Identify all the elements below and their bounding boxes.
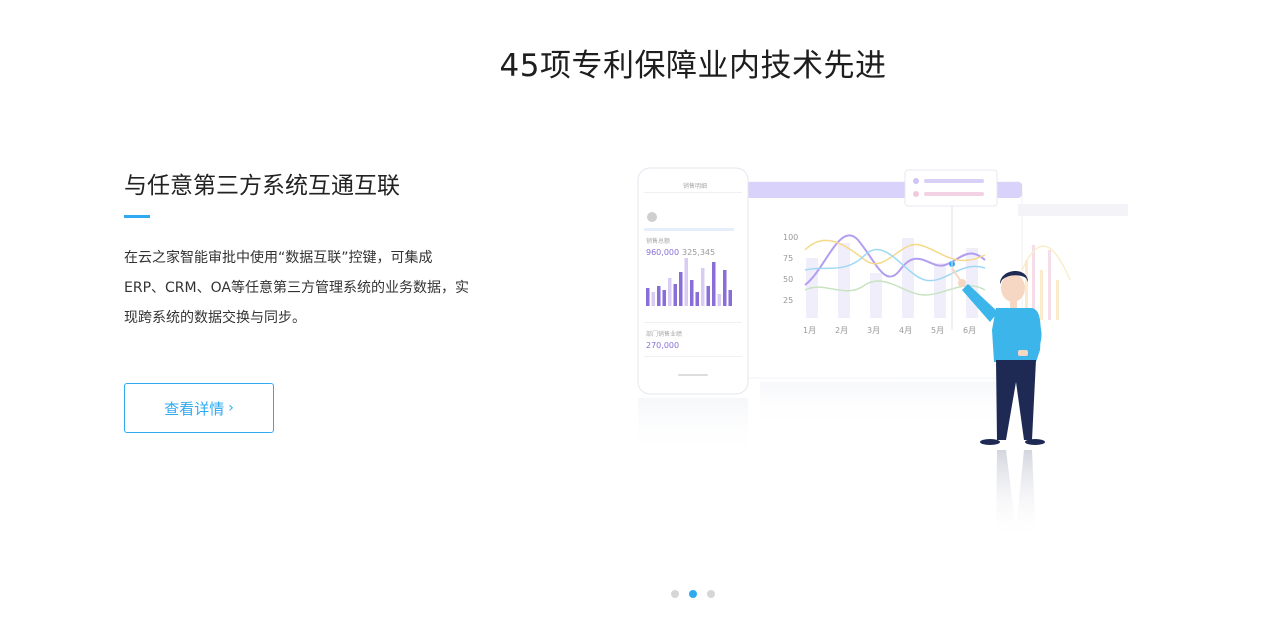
phone-metric-c: 270,000 <box>646 341 679 350</box>
phone-bar <box>717 294 721 306</box>
phone-bar <box>651 292 655 306</box>
x-tick: 5月 <box>931 326 944 335</box>
chevron-right-icon: › <box>228 400 234 416</box>
phone-bar <box>668 278 672 306</box>
phone-bar <box>706 286 710 306</box>
carousel-dot-3[interactable] <box>707 590 715 598</box>
carousel-dot-2[interactable] <box>689 590 697 598</box>
x-tick: 4月 <box>899 326 912 335</box>
dashboard-reflection <box>760 382 1010 432</box>
phone-bar <box>723 270 727 306</box>
y-tick: 50 <box>783 275 793 284</box>
view-details-label: 查看详情 <box>164 399 225 418</box>
phone-bar <box>712 262 716 306</box>
y-tick: 100 <box>783 233 798 242</box>
phone-section-label: 销售总额 <box>646 237 670 245</box>
y-tick: 75 <box>783 254 793 263</box>
carousel-dot-1[interactable] <box>671 590 679 598</box>
phone-bar <box>657 286 661 306</box>
phone-bar <box>679 272 683 306</box>
accent-divider <box>124 215 150 218</box>
x-tick: 6月 <box>963 326 976 335</box>
phone-bar <box>684 258 688 306</box>
phone-reflection <box>638 398 748 458</box>
legend-card <box>904 169 998 207</box>
dashboard-bar <box>838 243 850 318</box>
phone-metric-b: 325,345 <box>682 248 715 257</box>
view-details-button[interactable]: 查看详情 › <box>124 383 274 433</box>
phone-bar <box>701 268 705 306</box>
phone-bar <box>673 284 677 306</box>
dashboard-bar <box>870 273 882 318</box>
feature-title: 与任意第三方系统互通互联 <box>124 173 400 199</box>
page-title: 45项专利保障业内技术先进 <box>499 48 887 84</box>
presenter-reflection <box>996 450 1036 540</box>
phone-mockup: 销售明细 销售总额 960,000 325,345 部门销售业绩 270,000 <box>637 167 749 395</box>
phone-metric-a: 960,000 <box>646 248 679 257</box>
x-tick: 2月 <box>835 326 848 335</box>
phone-bar <box>695 292 699 306</box>
phone-section-label: 部门销售业绩 <box>646 330 682 338</box>
y-tick: 25 <box>783 296 793 305</box>
phone-header-title: 销售明细 <box>683 182 707 190</box>
avatar <box>647 212 657 222</box>
dashboard-window: 100 75 50 25 1月 2月 3月 4月 5月 6月 <box>744 181 1128 379</box>
phone-bar <box>662 290 666 306</box>
phone-bar <box>728 290 732 306</box>
phone-bar <box>690 280 694 306</box>
dashboard-bar <box>902 238 914 318</box>
feature-description: 在云之家智能审批中使用“数据互联”控键，可集成ERP、CRM、OA等任意第三方管… <box>124 250 469 326</box>
phone-bar <box>646 288 650 306</box>
x-tick: 1月 <box>803 326 816 335</box>
illustration: 100 75 50 25 1月 2月 3月 4月 5月 6月 销售明细 销售总额… <box>637 167 1128 540</box>
carousel-dots <box>671 590 715 598</box>
x-tick: 3月 <box>867 326 880 335</box>
